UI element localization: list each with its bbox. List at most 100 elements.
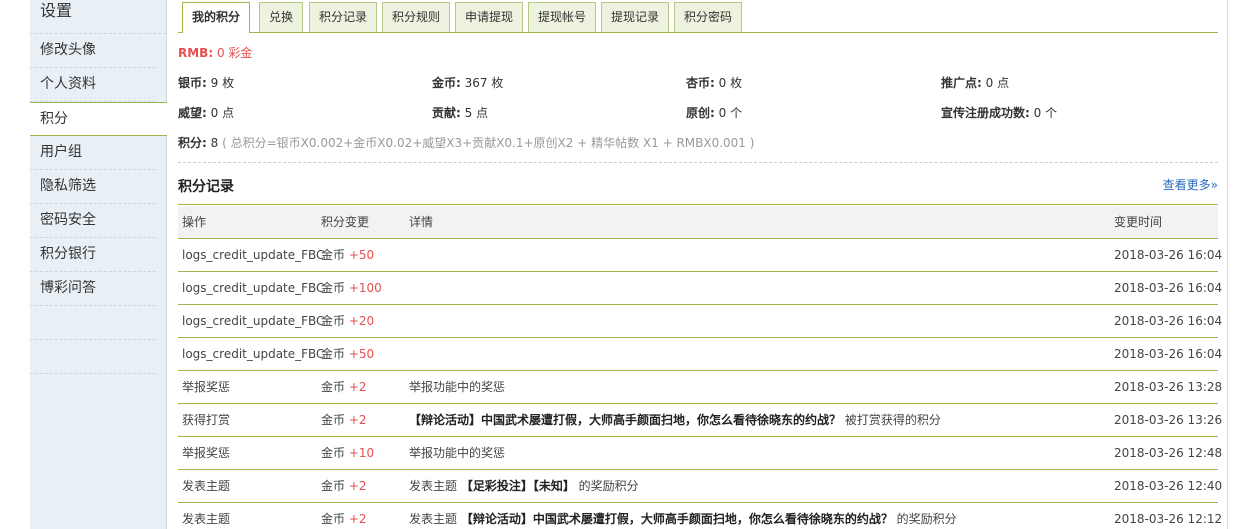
sidebar-item[interactable]: 密码安全	[30, 204, 156, 238]
change-amount: +2	[348, 512, 367, 526]
column-header: 积分变更	[321, 215, 370, 229]
sidebar-item[interactable]: 积分	[30, 102, 167, 136]
stat-item: 原创: 0 个	[686, 104, 742, 121]
stats-row: 威望: 0 点 贡献: 5 点 原创: 0 个 宣传注册成功数: 0 个	[178, 104, 1218, 124]
detail-cell: 举报功能中的奖惩	[409, 437, 505, 469]
stat-item: 推广点: 0 点	[941, 74, 1009, 91]
stat-item: 宣传注册成功数: 0 个	[941, 104, 1057, 121]
view-more-link[interactable]: 查看更多»	[1163, 176, 1218, 193]
op-cell: 举报奖惩	[182, 446, 231, 460]
detail-text: 举报功能中的奖惩	[409, 446, 506, 460]
currency: 金币	[321, 347, 346, 361]
detail-link[interactable]: 【足彩投注】【未知】	[461, 479, 575, 493]
column-header: 详情	[409, 215, 434, 229]
currency: 金币	[321, 413, 346, 427]
tab[interactable]: 我的积分	[182, 2, 251, 33]
column-header: 操作	[182, 215, 207, 229]
sidebar-item[interactable]: 积分银行	[30, 238, 156, 272]
page: { "sidebar": { "title": "设置", "items": […	[0, 0, 1233, 529]
records-header: 积分记录 查看更多»	[178, 174, 1218, 205]
time-cell: 2018-03-26 12:12	[1114, 512, 1223, 526]
section-title: 积分记录	[178, 179, 234, 195]
credit-label: 积分:	[178, 136, 207, 150]
sidebar-item[interactable]: 博彩问答	[30, 272, 156, 306]
tab[interactable]: 积分密码	[674, 2, 743, 32]
change-amount: +2	[348, 380, 367, 394]
sidebar-item[interactable]: 用户组	[30, 136, 156, 170]
detail-cell: 举报功能中的奖惩	[409, 371, 505, 403]
op-cell: 举报奖惩	[182, 380, 231, 394]
change-cell: 金币 +2	[321, 371, 367, 403]
op-cell: 发表主题	[182, 479, 231, 493]
change-cell: 金币 +50	[321, 338, 374, 370]
currency: 金币	[321, 446, 346, 460]
time-cell: 2018-03-26 16:04	[1114, 248, 1223, 262]
change-amount: +2	[348, 479, 367, 493]
sidebar-title: 设置	[30, 0, 166, 34]
sidebar-item[interactable]: 个人资料	[30, 68, 156, 102]
detail-text: 举报功能中的奖惩	[409, 380, 506, 394]
change-cell: 金币 +20	[321, 305, 374, 337]
settings-sidebar: 设置 修改头像 个人资料 积分 用户组 隐私筛选 密码安全 积分银行 博彩问答	[30, 0, 167, 529]
tab[interactable]: 积分规则	[382, 2, 451, 32]
change-amount: +100	[348, 281, 382, 295]
tab[interactable]: 积分记录	[309, 2, 378, 32]
time-cell: 2018-03-26 13:28	[1114, 380, 1223, 394]
table-row: 获得打赏 金币 +2 【辩论活动】中国武术屡遭打假，大师高手颜面扫地，你怎么看待徐晓…	[178, 404, 1222, 437]
change-amount: +10	[348, 446, 375, 460]
stat-item: 威望: 0 点	[178, 104, 234, 121]
stat-label: 金币:	[432, 76, 461, 90]
stat-value: 0 个	[718, 106, 743, 120]
rmb-value: 0 彩金	[216, 46, 253, 60]
change-cell: 金币 +2	[321, 470, 367, 502]
credit-value: 8	[210, 136, 219, 150]
tab[interactable]: 提现记录	[601, 2, 670, 32]
detail-cell: 发表主题 【辩论活动】中国武术屡遭打假，大师高手颜面扫地，你怎么看待徐晓东的约战…	[409, 503, 957, 529]
table-body: logs_credit_update_FBC 金币 +50 2018-03-26 1…	[178, 239, 1222, 529]
time-cell: 2018-03-26 12:48	[1114, 446, 1223, 460]
stat-item: 贡献: 5 点	[432, 104, 488, 121]
stat-item: 金币: 367 枚	[432, 74, 503, 91]
op-cell: 获得打赏	[182, 413, 231, 427]
tab[interactable]: 兑换	[259, 2, 304, 32]
sidebar-item[interactable]: 修改头像	[30, 34, 156, 68]
currency: 金币	[321, 248, 346, 262]
detail-text: 发表主题	[409, 479, 461, 493]
detail-link[interactable]: 【辩论活动】中国武术屡遭打假，大师高手颜面扫地，你怎么看待徐晓东的约战？	[461, 512, 893, 526]
tab-bar: 我的积分 兑换 积分记录 积分规则 申请提现 提现帐号 提现记录 积分密码	[178, 2, 1218, 33]
stat-label: 银币:	[178, 76, 207, 90]
currency: 金币	[321, 281, 346, 295]
sidebar-item[interactable]: 隐私筛选	[30, 170, 156, 204]
table-row: 举报奖惩 金币 +10 举报功能中的奖惩 2018-03-26 12:48	[178, 437, 1222, 470]
column-header: 变更时间	[1114, 215, 1163, 229]
currency: 金币	[321, 479, 346, 493]
rmb-label: RMB:	[178, 46, 214, 60]
op-cell: logs_credit_update_FBC	[182, 248, 325, 262]
stat-value: 9 枚	[210, 76, 235, 90]
detail-cell: 【辩论活动】中国武术屡遭打假，大师高手颜面扫地，你怎么看待徐晓东的约战？ 被打赏…	[409, 404, 941, 436]
currency: 金币	[321, 512, 346, 526]
detail-link[interactable]: 【辩论活动】中国武术屡遭打假，大师高手颜面扫地，你怎么看待徐晓东的约战？	[409, 413, 841, 427]
time-cell: 2018-03-26 16:04	[1114, 347, 1223, 361]
time-cell: 2018-03-26 13:26	[1114, 413, 1223, 427]
tab[interactable]: 申请提现	[455, 2, 524, 32]
divider	[178, 162, 1218, 163]
credit-formula: ( 总积分=银币X0.002+金币X0.02+威望X3+贡献X0.1+原创X2 …	[222, 136, 755, 150]
sidebar-spacer	[30, 340, 156, 374]
table-row: logs_credit_update_FBC 金币 +100 2018-03-26 …	[178, 272, 1222, 305]
table-row: 发表主题 金币 +2 发表主题 【足彩投注】【未知】 的奖励积分 2018-03-26…	[178, 470, 1222, 503]
stats-row: 银币: 9 枚 金币: 367 枚 杏币: 0 枚 推广点: 0 点	[178, 74, 1218, 94]
tab[interactable]: 提现帐号	[528, 2, 597, 32]
change-cell: 金币 +100	[321, 272, 382, 304]
time-cell: 2018-03-26 16:04	[1114, 281, 1223, 295]
detail-text: 被打赏获得的积分	[841, 413, 941, 427]
stat-label: 杏币:	[686, 76, 715, 90]
change-cell: 金币 +2	[321, 404, 367, 436]
detail-text: 的奖励积分	[574, 479, 639, 493]
main-content: 我的积分 兑换 积分记录 积分规则 申请提现 提现帐号 提现记录 积分密码 RMB: 0 彩金…	[178, 0, 1222, 529]
stat-label: 威望:	[178, 106, 207, 120]
stat-label: 贡献:	[432, 106, 461, 120]
records-table: 操作 积分变更 详情 变更时间 logs_credit_update_FBC 金币 +5…	[178, 206, 1222, 529]
change-cell: 金币 +10	[321, 437, 374, 469]
change-amount: +2	[348, 413, 367, 427]
